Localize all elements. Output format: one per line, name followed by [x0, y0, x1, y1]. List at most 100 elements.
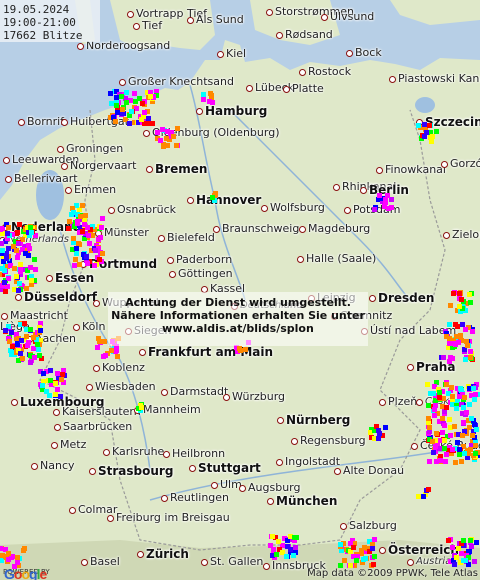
- lightning-strike-mark: [32, 355, 37, 360]
- lightning-strike-mark: [473, 443, 478, 448]
- city-marker-bielefeld: [158, 235, 165, 242]
- city-marker-koblenz: [93, 365, 100, 372]
- lightning-strike-mark: [284, 554, 289, 559]
- city-label-braunschweig: Braunschweig: [222, 222, 300, 235]
- city-label-munster: Münster: [104, 226, 149, 239]
- lightning-strike-mark: [148, 94, 153, 99]
- lightning-strike-mark: [21, 548, 26, 553]
- city-marker-gorzow-wielkopolski: [441, 161, 448, 168]
- lightning-strike-mark: [459, 459, 464, 464]
- lightning-strike-mark: [147, 121, 152, 126]
- lightning-strike-mark: [468, 349, 473, 354]
- city-label-bellerivaart: Bellerivaart: [14, 172, 78, 185]
- lightning-strike-mark: [207, 99, 212, 104]
- google-logo[interactable]: Google: [4, 566, 47, 580]
- city-label-metz: Metz: [60, 438, 87, 451]
- lightning-strike-mark: [0, 553, 5, 558]
- lightning-strike-mark: [469, 416, 474, 421]
- lightning-strike-mark: [164, 136, 169, 141]
- city-marker-norderoogsand: [77, 43, 84, 50]
- lightning-strike-mark: [0, 241, 4, 246]
- lightning-strike-mark: [120, 107, 125, 112]
- lightning-map[interactable]: Vortrapp Tief Als Sund Storstrømmen Ulvsund…: [0, 0, 480, 580]
- city-marker-osterreich: [379, 547, 386, 554]
- lightning-strike-mark: [468, 300, 473, 305]
- city-marker-groningen: [57, 146, 64, 153]
- city-label-dusseldorf: Düsseldorf: [24, 290, 98, 304]
- lightning-strike-mark: [96, 336, 101, 341]
- lightning-strike-mark: [372, 207, 377, 212]
- lightning-strike-mark: [442, 438, 447, 443]
- city-label-wolfsburg: Wolfsburg: [270, 201, 325, 214]
- lightning-strike-mark: [468, 355, 473, 360]
- lightning-strike-mark: [86, 233, 91, 238]
- lightning-strike-mark: [422, 122, 427, 127]
- lightning-strike-mark: [99, 225, 104, 230]
- lightning-strike-mark: [14, 274, 19, 279]
- lightning-strike-mark: [472, 559, 477, 564]
- city-label-koln: Köln: [82, 320, 106, 333]
- city-label-strasbourg: Strasbourg: [98, 464, 174, 478]
- lightning-strike-mark: [468, 538, 473, 543]
- lightning-strike-mark: [53, 392, 58, 397]
- lightning-strike-mark: [440, 430, 445, 435]
- lightning-strike-mark: [338, 542, 343, 547]
- city-label-plzen: Plzeň: [388, 395, 418, 408]
- lightning-strike-mark: [453, 460, 458, 465]
- lightning-strike-mark: [363, 556, 368, 561]
- city-marker-platte: [283, 86, 290, 93]
- lightning-strike-mark: [455, 324, 460, 329]
- lightning-strike-mark: [467, 292, 472, 297]
- city-label-augsburg: Augsburg: [248, 481, 301, 494]
- city-label-stuttgart: Stuttgart: [198, 461, 261, 475]
- city-label-basel: Basel: [90, 555, 120, 568]
- lightning-strike-mark: [428, 391, 433, 396]
- szczecin-lagoon: [415, 97, 435, 113]
- lightning-strike-mark: [133, 99, 138, 104]
- lightning-strike-mark: [24, 286, 29, 291]
- lightning-strike-mark: [4, 256, 9, 261]
- lightning-strike-mark: [33, 267, 38, 272]
- city-marker-lubeck: [246, 85, 253, 92]
- city-marker-maastricht: [1, 313, 8, 320]
- city-marker-tief: [133, 23, 140, 30]
- city-marker-emmen: [65, 187, 72, 194]
- city-marker-rostock: [299, 69, 306, 76]
- city-marker-gro-er-knechtsand: [119, 79, 126, 86]
- lightning-strike-mark: [0, 227, 3, 232]
- city-label-hamburg: Hamburg: [205, 104, 268, 118]
- lightning-strike-mark: [462, 395, 467, 400]
- lightning-strike-mark: [6, 557, 11, 562]
- lightning-strike-mark: [6, 225, 11, 230]
- city-label-gro-er-knechtsand: Großer Knechtsand: [128, 75, 234, 88]
- lightning-strike-mark: [102, 339, 107, 344]
- lightning-strike-mark: [444, 334, 449, 339]
- city-marker-kaiserslautern: [53, 409, 60, 416]
- lightning-strike-mark: [440, 416, 445, 421]
- city-label-gorzow-wielkopolski: Gorzów Wielkopolski: [450, 157, 480, 170]
- lightning-strike-mark: [23, 251, 28, 256]
- lightning-strike-mark: [75, 221, 80, 226]
- city-label-hannover: Hannover: [196, 193, 262, 207]
- city-marker-finowkanal: [376, 167, 383, 174]
- city-marker-basel: [81, 559, 88, 566]
- notice-link[interactable]: www.aldis.at/blids/splon: [108, 322, 368, 335]
- lightning-strike-mark: [209, 93, 214, 98]
- lightning-strike-mark: [97, 257, 102, 262]
- city-label-emmen: Emmen: [74, 183, 117, 196]
- lightning-strike-mark: [100, 216, 105, 221]
- city-label-regensburg: Regensburg: [300, 434, 366, 447]
- lightning-strike-mark: [142, 110, 147, 115]
- lightning-strike-mark: [442, 446, 447, 451]
- lightning-strike-mark: [426, 487, 431, 492]
- lightning-strike-mark: [113, 119, 118, 124]
- city-marker-ulm: [211, 482, 218, 489]
- lightning-strike-mark: [47, 393, 52, 398]
- city-label-rostock: Rostock: [308, 65, 352, 78]
- lightning-strike-mark: [433, 444, 438, 449]
- lightning-strike-mark: [38, 328, 43, 333]
- lightning-strike-mark: [452, 341, 457, 346]
- city-label-szczecin: Szczecin: [425, 115, 480, 129]
- city-label-halle-saale: Halle (Saale): [306, 252, 377, 265]
- city-label-darmstadt: Darmstadt: [170, 385, 229, 398]
